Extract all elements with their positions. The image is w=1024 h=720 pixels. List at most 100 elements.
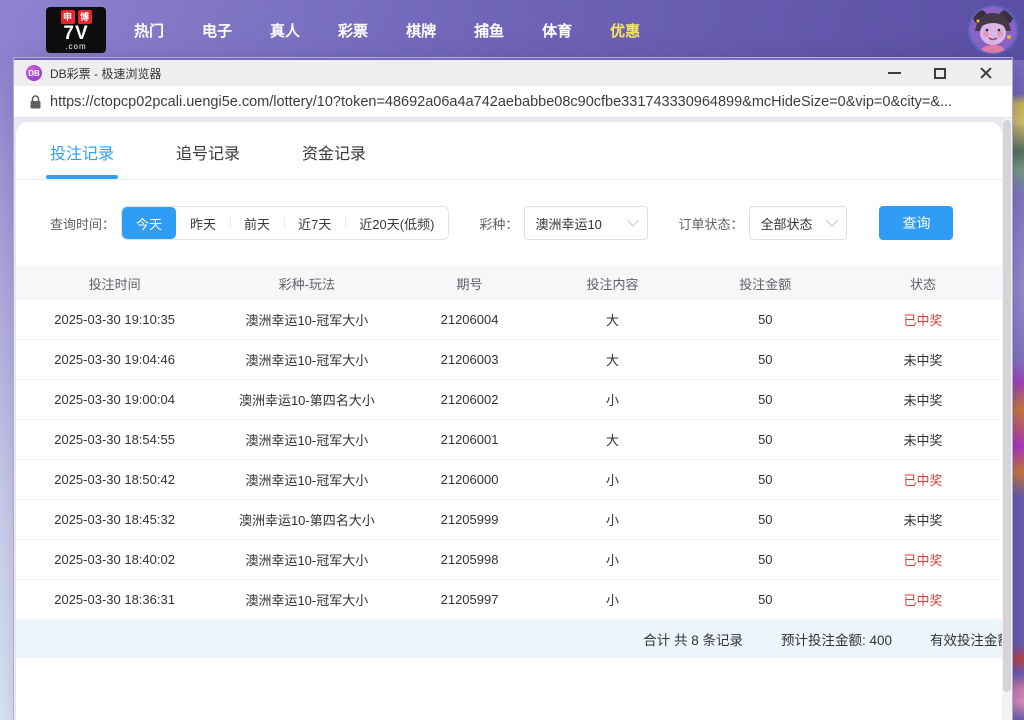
cell-period: 21206001 (401, 432, 539, 447)
cell-period: 21205999 (401, 512, 539, 527)
table-row: 2025-03-30 19:00:04 澳洲幸运10-第四名大小 2120600… (16, 380, 1002, 420)
site-top-bar: 申 博 7V .com 热门 电子 真人 彩票 棋牌 捕鱼 体育 优惠 (0, 0, 1024, 60)
tab-chase-records[interactable]: 追号记录 (176, 140, 240, 179)
nav-item-fishing[interactable]: 捕鱼 (474, 20, 504, 41)
site-logo-badge-right: 博 (78, 10, 92, 24)
table-header-row: 投注时间 彩种-玩法 期号 投注内容 投注金额 状态 (16, 266, 1002, 300)
records-card: 投注记录 追号记录 资金记录 查询时间： 今天 昨天 前天 近7天 近20天(低… (16, 122, 1002, 720)
tab-fund-records[interactable]: 资金记录 (302, 140, 366, 179)
chevron-down-icon (628, 215, 639, 226)
scrollbar-thumb[interactable] (1003, 120, 1011, 692)
cell-bet-content: 大 (539, 310, 687, 329)
window-title: DB彩票 - 极速浏览器 (50, 65, 161, 82)
column-header-bet-amount: 投注金额 (686, 274, 844, 293)
cell-bet-time: 2025-03-30 19:10:35 (16, 312, 213, 327)
time-option-last-20-days[interactable]: 近20天(低频) (345, 207, 448, 239)
cell-period: 21205998 (401, 552, 539, 567)
site-logo-brand: 7V (50, 24, 102, 43)
cell-status: 已中奖 (844, 550, 1002, 569)
site-nav: 热门 电子 真人 彩票 棋牌 捕鱼 体育 优惠 (134, 20, 640, 41)
table-row: 2025-03-30 19:04:46 澳洲幸运10-冠军大小 21206003… (16, 340, 1002, 380)
search-button[interactable]: 查询 (879, 206, 953, 240)
nav-item-promotions[interactable]: 优惠 (610, 20, 640, 41)
cell-bet-amount: 50 (686, 592, 844, 607)
cell-lottery-play: 澳洲幸运10-第四名大小 (213, 510, 400, 529)
cell-status: 已中奖 (844, 590, 1002, 609)
lock-icon (30, 95, 41, 109)
query-time-label: 查询时间： (50, 214, 115, 233)
site-logo[interactable]: 申 博 7V .com (46, 7, 106, 53)
browser-window: DB DB彩票 - 极速浏览器 https://ctopcp02pcali.ue… (14, 58, 1012, 720)
order-status-select[interactable]: 全部状态 (749, 206, 847, 240)
table-row: 2025-03-30 18:50:42 澳洲幸运10-冠军大小 21206000… (16, 460, 1002, 500)
cell-bet-time: 2025-03-30 18:45:32 (16, 512, 213, 527)
cell-lottery-play: 澳洲幸运10-冠军大小 (213, 310, 400, 329)
nav-item-sports[interactable]: 体育 (542, 20, 572, 41)
url-text: https://ctopcp02pcali.uengi5e.com/lotter… (50, 94, 952, 110)
cell-bet-amount: 50 (686, 312, 844, 327)
cell-bet-content: 小 (539, 550, 687, 569)
cell-bet-time: 2025-03-30 19:00:04 (16, 392, 213, 407)
close-button[interactable] (978, 65, 994, 81)
cell-lottery-play: 澳洲幸运10-第四名大小 (213, 390, 400, 409)
table-row: 2025-03-30 18:45:32 澳洲幸运10-第四名大小 2120599… (16, 500, 1002, 540)
cell-bet-time: 2025-03-30 18:36:31 (16, 592, 213, 607)
tab-bet-records[interactable]: 投注记录 (50, 140, 114, 179)
nav-item-lottery[interactable]: 彩票 (338, 20, 368, 41)
time-option-yesterday[interactable]: 昨天 (176, 207, 230, 239)
table-row: 2025-03-30 18:36:31 澳洲幸运10-冠军大小 21205997… (16, 580, 1002, 620)
minimize-icon (888, 72, 901, 74)
cell-status: 未中奖 (844, 510, 1002, 529)
nav-item-cards[interactable]: 棋牌 (406, 20, 436, 41)
card-empty-area (16, 658, 1002, 720)
maximize-icon (934, 68, 946, 79)
avatar-illustration (970, 7, 1016, 53)
window-controls (886, 65, 1000, 81)
nav-item-hot[interactable]: 热门 (134, 20, 164, 41)
cell-status: 未中奖 (844, 430, 1002, 449)
nav-item-live[interactable]: 真人 (270, 20, 300, 41)
maximize-button[interactable] (932, 65, 948, 81)
nav-item-slots[interactable]: 电子 (202, 20, 232, 41)
cell-lottery-play: 澳洲幸运10-冠军大小 (213, 470, 400, 489)
background-page-right-strip (1010, 0, 1024, 720)
lottery-type-select[interactable]: 澳洲幸运10 (524, 206, 648, 240)
cell-status: 未中奖 (844, 390, 1002, 409)
cell-bet-time: 2025-03-30 18:54:55 (16, 432, 213, 447)
cell-bet-amount: 50 (686, 512, 844, 527)
cell-bet-amount: 50 (686, 432, 844, 447)
cell-bet-time: 2025-03-30 18:50:42 (16, 472, 213, 487)
table-row: 2025-03-30 19:10:35 澳洲幸运10-冠军大小 21206004… (16, 300, 1002, 340)
cell-bet-content: 大 (539, 350, 687, 369)
cell-period: 21206004 (401, 312, 539, 327)
time-range-group: 今天 昨天 前天 近7天 近20天(低频) (121, 206, 449, 240)
address-bar[interactable]: https://ctopcp02pcali.uengi5e.com/lotter… (14, 86, 1012, 118)
summary-total-records: 合计 共 8 条记录 (643, 629, 743, 649)
filter-bar: 查询时间： 今天 昨天 前天 近7天 近20天(低频) 彩种： 澳洲幸运10 订… (16, 180, 1002, 266)
table-row: 2025-03-30 18:54:55 澳洲幸运10-冠军大小 21206001… (16, 420, 1002, 460)
cell-period: 21206003 (401, 352, 539, 367)
cell-period: 21205997 (401, 592, 539, 607)
cell-status: 已中奖 (844, 310, 1002, 329)
browser-favicon: DB (26, 65, 42, 81)
summary-valid-amount: 有效投注金额 (930, 629, 1002, 649)
cell-status: 已中奖 (844, 470, 1002, 489)
time-option-day-before[interactable]: 前天 (230, 207, 284, 239)
cell-bet-amount: 50 (686, 552, 844, 567)
site-logo-badges: 申 博 (50, 10, 102, 24)
summary-bar: 合计 共 8 条记录 预计投注金额: 400 有效投注金额 (16, 620, 1002, 658)
site-logo-suffix: .com (50, 43, 102, 51)
table-row: 2025-03-30 18:40:02 澳洲幸运10-冠军大小 21205998… (16, 540, 1002, 580)
cell-period: 21206002 (401, 392, 539, 407)
cell-status: 未中奖 (844, 350, 1002, 369)
minimize-button[interactable] (886, 65, 902, 81)
column-header-status: 状态 (844, 274, 1002, 293)
cell-bet-amount: 50 (686, 392, 844, 407)
time-option-last-7-days[interactable]: 近7天 (284, 207, 345, 239)
cell-period: 21206000 (401, 472, 539, 487)
cell-bet-time: 2025-03-30 18:40:02 (16, 552, 213, 567)
page-content: 投注记录 追号记录 资金记录 查询时间： 今天 昨天 前天 近7天 近20天(低… (14, 118, 1012, 720)
time-option-today[interactable]: 今天 (122, 207, 176, 239)
user-avatar[interactable] (970, 7, 1016, 53)
cell-bet-content: 小 (539, 390, 687, 409)
